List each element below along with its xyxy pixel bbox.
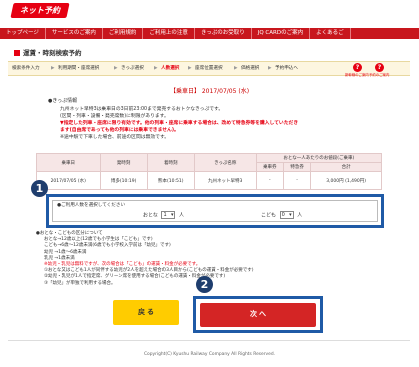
nav-item-faq[interactable]: よくあるご (310, 28, 351, 39)
step-arrow-icon: ▶ (268, 66, 272, 71)
step-arrow-icon: ▶ (154, 66, 158, 71)
cell-arrive: 熊本(10:51) (146, 171, 195, 190)
callout-badge-2: 2 (196, 276, 213, 293)
footer-divider (8, 340, 410, 341)
step-price: 価格選択 (241, 66, 260, 71)
nav-item-jq-card[interactable]: JQ CARDのご案内 (252, 28, 311, 39)
step-apply: 予約申込へ (275, 66, 298, 71)
cell-ticket-name: 九州ネット早特3 (193, 171, 257, 190)
back-button[interactable]: 戻 る (113, 300, 179, 325)
th-express-fare: 特急券 (282, 162, 312, 172)
th-arrive: 着時刻 (146, 153, 195, 172)
help-icon[interactable]: ? (375, 63, 384, 72)
help-link-reservation[interactable]: 予約のご案内 (369, 72, 389, 77)
step-search: 検索条件入力 (12, 66, 40, 71)
callout-highlight-next: 次 へ (193, 296, 323, 333)
adult-unit: 人 (179, 212, 185, 219)
nav-item-notice[interactable]: ご利用上の注意 (143, 28, 195, 39)
step-arrow-icon: ▶ (188, 66, 192, 71)
nav-item-terms[interactable]: ご利用規約 (103, 28, 144, 39)
info-line: 九州ネット早特3は乗車日の3日前23:00まで発売するおトクなきっぷです。 (60, 107, 224, 112)
warning-line: ます(自由席であっても他の列車には乗車できません)。 (60, 128, 179, 133)
step-arrow-icon: ▶ (114, 66, 118, 71)
child-count-select[interactable]: 0 (279, 211, 294, 219)
info-line: (区間・列車・設備・発売席数)に制限があります。 (60, 114, 169, 119)
passenger-count-panel: ●ご利用人数を選択してください おとな 1 人 こども 0 人 (52, 200, 378, 222)
th-total: 合計 (310, 162, 382, 172)
nav-item-ticket-pickup[interactable]: きっぷのお受取り (195, 28, 252, 39)
copyright: Copyright(C) Kyushu Railway Company All … (143, 352, 276, 357)
step-indicator: 検索条件入力 ▶ 利用期間・座席選択 ▶ きっぷ選択 ▶ 人数選択 ▶ 座席位置… (8, 61, 410, 77)
net-reservation-logo[interactable]: ネット予約 (10, 3, 70, 18)
child-unit: 人 (297, 212, 303, 219)
title-square-icon (14, 50, 20, 56)
cell-total: 3,000円 (1,490円) (310, 171, 382, 190)
global-nav: トップページ サービスのご案内 ご利用規約 ご利用上の注意 きっぷのお受取り J… (0, 28, 419, 39)
nav-item-top[interactable]: トップページ (0, 28, 46, 39)
callout-highlight-passengers: ●ご利用人数を選択してください おとな 1 人 こども 0 人 (46, 194, 384, 228)
adult-label: おとな (143, 212, 158, 219)
step-arrow-icon: ▶ (234, 66, 238, 71)
next-button[interactable]: 次 へ (200, 303, 316, 327)
fare-table: 乗車日 発時刻 着時刻 きっぷ名称 おとな一人あたりのお値段(ご乗車) 乗車券 … (36, 153, 383, 190)
ticket-info-label: ●きっぷ情報 (48, 98, 78, 104)
cell-depart: 博多(10:19) (99, 171, 148, 190)
ticket-info-text: 九州ネット早特3は乗車日の3日前23:00まで発売するおトクなきっぷです。 (区… (60, 106, 410, 141)
page-title: 運賃・時刻検索予約 (23, 49, 82, 57)
age-category-notes: ●おとな・こどもの区分について おとな→12歳以上(12歳でも小学生は「こども」… (36, 231, 396, 287)
passenger-instruction: ●ご利用人数を選択してください (57, 203, 126, 208)
help-icon[interactable]: ? (353, 63, 362, 72)
info-line: ※途中駅で下車した場合、前途の区間は無効です。 (60, 135, 170, 140)
page-titlebar: 運賃・時刻検索予約 (14, 48, 406, 59)
step-period-seat: 利用期間・座席選択 (58, 66, 100, 71)
adult-count-select[interactable]: 1 (161, 211, 176, 219)
adult-count-group: おとな 1 人 (143, 211, 184, 219)
cell-base-fare: - (255, 171, 284, 190)
step-ticket: きっぷ選択 (121, 66, 144, 71)
th-date: 乗車日 (36, 153, 101, 172)
table-row: 2017/07/05 (水) 博多(10:19) 熊本(10:51) 九州ネット… (36, 171, 382, 190)
child-label: こども (261, 212, 277, 219)
help-link-shinkansen[interactable]: 新幹線のご案内 (345, 72, 369, 77)
note-line: ③「幼児」が単独で利用する場合。 (44, 280, 116, 286)
th-ticket-name: きっぷ名称 (193, 153, 257, 172)
step-arrow-icon: ▶ (51, 66, 55, 71)
step-seat-position: 座席位置選択 (195, 66, 223, 71)
th-base-fare: 乗車券 (255, 162, 284, 172)
warning-line: ▼指定した列車・座席に限り有効です。他の列車・座席に乗車する場合は、改めて特急券… (60, 121, 299, 126)
th-fare-group: おとな一人あたりのお値段(ご乗車) (255, 153, 383, 163)
cell-express-fare: - (282, 171, 312, 190)
boarding-date-heading: 【乗車日】 2017/07/05 (水) (169, 88, 250, 95)
nav-item-services[interactable]: サービスのご案内 (46, 28, 103, 39)
step-passengers: 人数選択 (161, 66, 180, 71)
child-count-group: こども 0 人 (261, 211, 302, 219)
th-depart: 発時刻 (99, 153, 148, 172)
site-header: ネット予約 (0, 0, 419, 28)
